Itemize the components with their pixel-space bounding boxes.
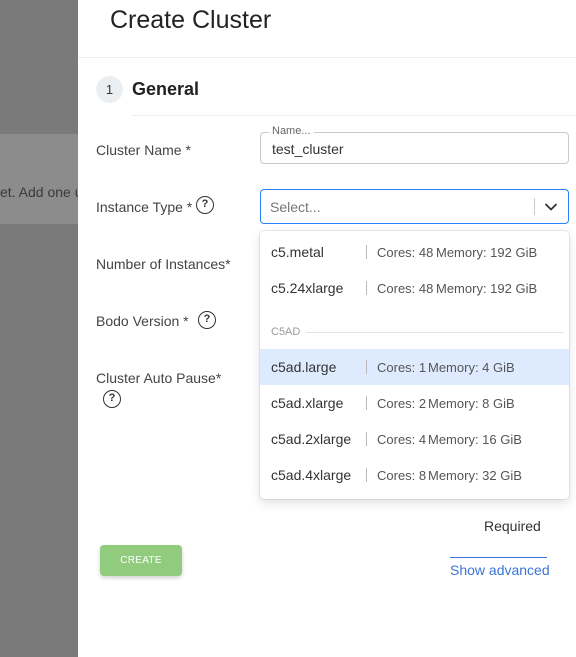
- option-divider: [366, 281, 367, 295]
- instance-type-help-icon[interactable]: ?: [196, 196, 214, 214]
- auto-pause-label: Cluster Auto Pause*: [96, 370, 222, 386]
- number-of-instances-label: Number of Instances*: [96, 256, 231, 272]
- step-divider: [132, 115, 576, 116]
- option-divider: [366, 468, 367, 482]
- option-memory: Memory: 16 GiB: [428, 432, 522, 447]
- instance-type-select[interactable]: Select...: [260, 189, 569, 224]
- option-divider: [366, 360, 367, 374]
- option-cores: Cores: 8: [377, 468, 427, 483]
- option-c5-metal[interactable]: c5.metal Cores: 48 Memory: 192 GiB: [260, 234, 569, 270]
- option-memory: Memory: 192 GiB: [436, 245, 538, 260]
- step-number-badge: 1: [96, 76, 123, 103]
- bodo-version-help-icon[interactable]: ?: [198, 311, 216, 329]
- backdrop-partial-text: et. Add one u: [0, 184, 78, 200]
- auto-pause-help-icon[interactable]: ?: [103, 390, 121, 408]
- required-note: Required: [484, 518, 541, 534]
- option-c5ad-2xlarge[interactable]: c5ad.2xlarge Cores: 4 Memory: 16 GiB: [260, 421, 569, 457]
- cluster-name-input[interactable]: Name... test_cluster: [260, 125, 569, 164]
- group-heading: C5AD: [271, 326, 301, 338]
- option-divider: [366, 396, 367, 410]
- show-advanced-link[interactable]: Show advanced: [450, 562, 550, 578]
- option-divider: [366, 432, 367, 446]
- cluster-name-value: test_cluster: [272, 141, 344, 157]
- option-memory: Memory: 192 GiB: [436, 281, 538, 296]
- option-cores: Cores: 48: [377, 281, 434, 296]
- option-name: c5ad.4xlarge: [271, 467, 352, 483]
- option-memory: Memory: 8 GiB: [428, 396, 515, 411]
- show-advanced-divider: [450, 557, 547, 558]
- cluster-name-label: Cluster Name *: [96, 142, 191, 158]
- page-title: Create Cluster: [110, 6, 272, 34]
- option-name: c5ad.xlarge: [271, 395, 344, 411]
- select-separator: [534, 198, 535, 215]
- option-c5-24xlarge[interactable]: c5.24xlarge Cores: 48 Memory: 192 GiB: [260, 270, 569, 306]
- option-memory: Memory: 4 GiB: [428, 360, 515, 375]
- bodo-version-label: Bodo Version *: [96, 313, 189, 329]
- option-name: c5ad.2xlarge: [271, 431, 352, 447]
- option-c5ad-xlarge[interactable]: c5ad.xlarge Cores: 2 Memory: 8 GiB: [260, 385, 569, 421]
- option-name: c5.24xlarge: [271, 280, 344, 296]
- option-divider: [366, 245, 367, 259]
- option-cores: Cores: 2: [377, 396, 427, 411]
- instance-type-menu: c5.metal Cores: 48 Memory: 192 GiB c5.24…: [260, 231, 569, 499]
- create-cluster-drawer: Create Cluster 1 General Cluster Name * …: [78, 0, 576, 657]
- step-title: General: [132, 79, 200, 99]
- option-cores: Cores: 4: [377, 432, 427, 447]
- option-cores: Cores: 1: [377, 360, 427, 375]
- backdrop-banner: [0, 134, 78, 224]
- create-button[interactable]: CREATE: [100, 545, 182, 576]
- option-name: c5.metal: [271, 244, 324, 260]
- chevron-down-icon[interactable]: [541, 198, 561, 216]
- cluster-name-legend: Name...: [269, 125, 314, 137]
- option-name: c5ad.large: [271, 359, 337, 375]
- option-cores: Cores: 48: [377, 245, 434, 260]
- group-divider: [306, 332, 564, 333]
- option-c5ad-large[interactable]: c5ad.large Cores: 1 Memory: 4 GiB: [260, 349, 569, 385]
- option-memory: Memory: 32 GiB: [428, 468, 522, 483]
- option-c5ad-4xlarge[interactable]: c5ad.4xlarge Cores: 8 Memory: 32 GiB: [260, 457, 569, 493]
- page-backdrop[interactable]: et. Add one u: [0, 0, 78, 657]
- instance-type-placeholder: Select...: [270, 199, 321, 215]
- title-divider: [78, 57, 576, 58]
- instance-type-label: Instance Type *: [96, 199, 193, 215]
